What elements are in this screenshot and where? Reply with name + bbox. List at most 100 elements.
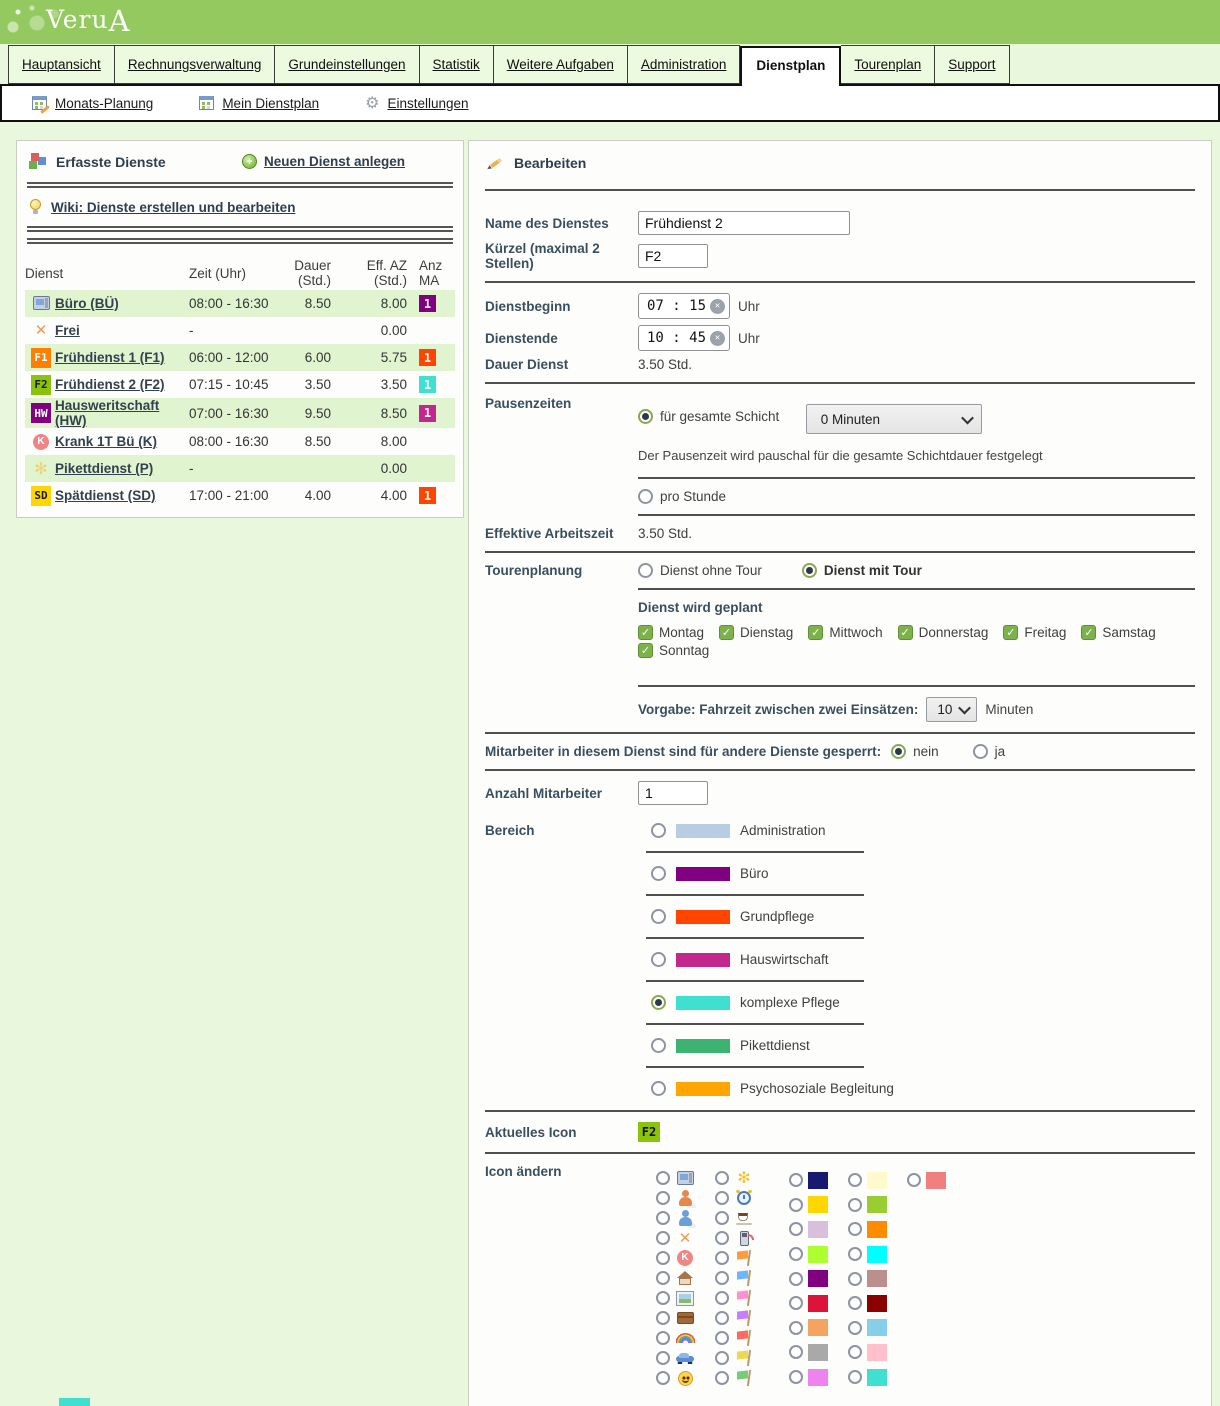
radio-icon-x-mark[interactable]	[656, 1231, 670, 1245]
subnav-item-monats-planung[interactable]: Monats-Planung	[32, 96, 153, 111]
radio-color-f4a460[interactable]	[789, 1321, 803, 1335]
radio-icon-flag-purple[interactable]	[715, 1311, 729, 1325]
radio-icon-flag-red[interactable]	[715, 1331, 729, 1345]
radio-icon-person-blue[interactable]	[656, 1211, 670, 1225]
radio-color-191970[interactable]	[789, 1173, 803, 1187]
tab-administration[interactable]: Administration	[628, 45, 741, 84]
radio-icon-smiley[interactable]	[656, 1371, 670, 1385]
service-link[interactable]: Krank 1T Bü (K)	[55, 434, 189, 449]
radio-icon-person-orange[interactable]	[656, 1191, 670, 1205]
radio-bereich-büro[interactable]	[651, 866, 666, 881]
radio-icon-flag-pink[interactable]	[715, 1291, 729, 1305]
subnav-item-mein-dienstplan[interactable]: Mein Dienstplan	[199, 96, 319, 111]
radio-touren-ohne[interactable]	[638, 563, 653, 578]
radio-icon-k-circle[interactable]	[656, 1251, 670, 1265]
checkbox-dienstag[interactable]: ✓	[719, 625, 734, 640]
gesperrt-option-ja[interactable]: ja	[973, 744, 1006, 759]
tab-rechnungsverwaltung[interactable]: Rechnungsverwaltung	[115, 45, 276, 84]
radio-color-8b0000[interactable]	[848, 1296, 862, 1310]
radio-pausen-schicht[interactable]	[638, 409, 653, 424]
radio-color-fffacd[interactable]	[848, 1173, 862, 1187]
name-input[interactable]	[638, 211, 850, 235]
radio-color-ee82ee[interactable]	[789, 1370, 803, 1384]
radio-color-ffd700[interactable]	[789, 1198, 803, 1212]
radio-color-bc8f8f[interactable]	[848, 1272, 862, 1286]
radio-icon-flag-blue[interactable]	[715, 1271, 729, 1285]
dienstbeginn-input[interactable]: 07 : 15 ✕	[638, 293, 730, 319]
radio-touren-mit[interactable]	[802, 563, 817, 578]
radio-color-40e0d0[interactable]	[848, 1370, 862, 1384]
radio-color-ff8c00[interactable]	[848, 1222, 862, 1236]
radio-color-00ffff[interactable]	[848, 1247, 862, 1261]
checkbox-donnerstag[interactable]: ✓	[898, 625, 913, 640]
pausen-minuten-select[interactable]: 0 Minuten	[806, 404, 982, 434]
radio-color-ffc0cb[interactable]	[848, 1345, 862, 1359]
touren-option-mit[interactable]: Dienst mit Tour	[802, 563, 922, 578]
radio-color-800080[interactable]	[789, 1272, 803, 1286]
radio-color-adff2f[interactable]	[789, 1247, 803, 1261]
service-link[interactable]: Hausweritschaft (HW)	[55, 398, 189, 428]
subnav-item-einstellungen[interactable]: ⚙ Einstellungen	[365, 93, 468, 113]
radio-color-dc143c[interactable]	[789, 1296, 803, 1310]
radio-gesperrt-ja[interactable]	[973, 744, 988, 759]
service-link[interactable]: Spätdienst (SD)	[55, 488, 189, 503]
service-link[interactable]: Pikettdienst (P)	[55, 461, 189, 476]
radio-color-87ceeb[interactable]	[848, 1321, 862, 1335]
subnav-label[interactable]: Monats-Planung	[55, 96, 153, 111]
checkbox-samstag[interactable]: ✓	[1081, 625, 1096, 640]
radio-icon-flag-orange[interactable]	[715, 1251, 729, 1265]
radio-gesperrt-nein[interactable]	[891, 744, 906, 759]
new-service-link[interactable]: Neuen Dienst anlegen	[264, 154, 405, 169]
touren-option-ohne[interactable]: Dienst ohne Tour	[638, 563, 762, 578]
checkbox-sonntag[interactable]: ✓	[638, 643, 653, 658]
radio-pausen-stunde[interactable]	[638, 489, 653, 504]
tab-hauptansicht[interactable]: Hauptansicht	[8, 45, 115, 84]
radio-bereich-psychosoziale-begleitung[interactable]	[651, 1081, 666, 1096]
gesperrt-option-nein[interactable]: nein	[891, 744, 939, 759]
radio-icon-car[interactable]	[656, 1351, 670, 1365]
kuerzel-input[interactable]	[638, 244, 708, 268]
tab-statistik[interactable]: Statistik	[420, 45, 494, 84]
radio-icon-house[interactable]	[656, 1271, 670, 1285]
service-link[interactable]: Frühdienst 2 (F2)	[55, 377, 189, 392]
radio-color-f08080[interactable]	[907, 1173, 921, 1187]
tab-weitere-aufgaben[interactable]: Weitere Aufgaben	[494, 45, 628, 84]
tab-tourenplan[interactable]: Tourenplan	[841, 45, 935, 84]
tab-dienstplan[interactable]: Dienstplan	[740, 46, 841, 86]
radio-icon-phone[interactable]	[715, 1231, 729, 1245]
tab-support[interactable]: Support	[935, 45, 1009, 84]
pausen-option-stunde[interactable]: pro Stunde	[638, 489, 726, 504]
wiki-link[interactable]: Wiki: Dienste erstellen und bearbeiten	[51, 200, 295, 215]
radio-icon-flag-yellow[interactable]	[715, 1351, 729, 1365]
service-link[interactable]: Frei	[55, 323, 189, 338]
clear-time-icon[interactable]: ✕	[710, 299, 725, 314]
radio-icon-picture[interactable]	[656, 1291, 670, 1305]
anzahl-input[interactable]	[638, 781, 708, 805]
radio-icon-computer[interactable]	[656, 1171, 670, 1185]
subnav-label[interactable]: Einstellungen	[387, 96, 468, 111]
subnav-label[interactable]: Mein Dienstplan	[222, 96, 319, 111]
radio-bereich-hauswirtschaft[interactable]	[651, 952, 666, 967]
wiki-link-wrap[interactable]: Wiki: Dienste erstellen und bearbeiten	[25, 190, 455, 224]
radio-color-9acd32[interactable]	[848, 1198, 862, 1212]
radio-icon-flag-green[interactable]	[715, 1371, 729, 1385]
dienstende-input[interactable]: 10 : 45 ✕	[638, 325, 730, 351]
pausen-option-schicht[interactable]: für gesamte Schicht	[638, 409, 779, 424]
radio-bereich-administration[interactable]	[651, 823, 666, 838]
radio-bereich-grundpflege[interactable]	[651, 909, 666, 924]
checkbox-montag[interactable]: ✓	[638, 625, 653, 640]
service-link[interactable]: Büro (BÜ)	[55, 296, 189, 311]
radio-icon-chest[interactable]	[656, 1311, 670, 1325]
radio-bereich-komplexe-pflege[interactable]	[651, 995, 666, 1010]
radio-icon-asterisk[interactable]	[715, 1171, 729, 1185]
radio-bereich-pikettdienst[interactable]	[651, 1038, 666, 1053]
radio-icon-alarm-clock[interactable]	[715, 1191, 729, 1205]
checkbox-freitag[interactable]: ✓	[1003, 625, 1018, 640]
checkbox-mittwoch[interactable]: ✓	[808, 625, 823, 640]
new-service-link-wrap[interactable]: + Neuen Dienst anlegen	[242, 154, 405, 169]
radio-color-a9a9a9[interactable]	[789, 1345, 803, 1359]
radio-icon-rainbow[interactable]	[656, 1331, 670, 1345]
tab-grundeinstellungen[interactable]: Grundeinstellungen	[275, 45, 419, 84]
service-link[interactable]: Frühdienst 1 (F1)	[55, 350, 189, 365]
fahrzeit-select[interactable]: 10	[926, 697, 977, 722]
